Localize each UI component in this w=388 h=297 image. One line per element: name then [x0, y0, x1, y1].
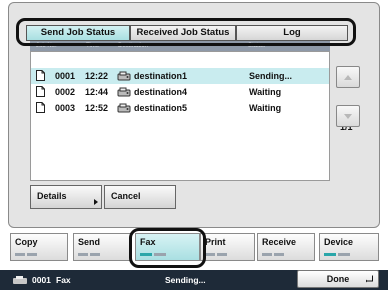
mode-indicator: [262, 253, 272, 256]
function-key-label: Fax: [140, 237, 156, 247]
function-key-label: Receive: [262, 237, 297, 247]
scroll-up-button[interactable]: [336, 66, 360, 88]
job-no: 0002: [55, 87, 76, 97]
job-list: 0001 12:22 destination1 Sending... 0002 …: [30, 51, 330, 181]
job-status: Sending...: [249, 71, 293, 81]
column-job-no: Job No.: [36, 43, 57, 49]
tab-log[interactable]: Log: [236, 25, 348, 41]
mode-indicator: [274, 253, 284, 256]
job-no: 0001: [55, 71, 76, 81]
document-icon: [36, 102, 45, 113]
tab-received-job-status[interactable]: Received Job Status: [130, 25, 236, 41]
mode-indicator: [15, 253, 25, 256]
job-destination: destination4: [134, 87, 188, 97]
job-row[interactable]: 0001 12:22 destination1 Sending...: [31, 68, 329, 84]
document-icon: [36, 86, 45, 97]
job-no: 0003: [55, 103, 76, 113]
job-time: 12:44: [85, 87, 109, 97]
job-row[interactable]: 0003 12:52 destination5 Waiting: [31, 100, 329, 116]
job-list-header: Job No. Time Destination Status: [30, 41, 330, 51]
job-time: 12:22: [85, 71, 109, 81]
fax-job-status-screen: Send Job Status Received Job Status Log …: [0, 0, 388, 297]
document-icon: [36, 70, 45, 81]
job-status: Waiting: [249, 87, 282, 97]
fax-status-icon: [13, 276, 27, 284]
job-status: Waiting: [249, 103, 282, 113]
mode-indicator: [154, 253, 166, 256]
details-button[interactable]: Details: [30, 185, 102, 209]
mode-indicator: [205, 253, 215, 256]
status-mode: Fax: [56, 275, 71, 285]
mode-indicator: [140, 253, 152, 256]
function-key-copy[interactable]: Copy: [10, 233, 68, 261]
function-key-bar: Copy Send Fax Print Receive Device: [0, 233, 388, 261]
submenu-arrow-icon: [94, 199, 98, 205]
tab-send-job-status[interactable]: Send Job Status: [26, 25, 130, 41]
mode-indicator: [27, 253, 37, 256]
column-time: Time: [86, 43, 100, 49]
function-key-device[interactable]: Device: [319, 233, 379, 261]
cancel-label: Cancel: [111, 191, 141, 201]
function-key-label: Print: [205, 237, 226, 247]
fax-destination-icon: [117, 103, 131, 113]
job-destination: destination1: [134, 71, 188, 81]
status-message: Sending...: [165, 275, 206, 285]
fax-destination-icon: [117, 71, 131, 81]
scroll-down-button[interactable]: [336, 105, 360, 127]
mode-indicator: [338, 253, 350, 256]
up-arrow-icon: [344, 75, 352, 80]
done-button[interactable]: Done: [297, 270, 379, 288]
done-label: Done: [326, 274, 350, 284]
cancel-button[interactable]: Cancel: [104, 185, 176, 209]
column-status: Status: [248, 43, 266, 49]
mode-indicator: [78, 253, 88, 256]
function-key-fax[interactable]: Fax: [135, 233, 200, 261]
down-arrow-icon: [344, 114, 352, 119]
function-key-label: Send: [78, 237, 101, 247]
function-key-label: Copy: [15, 237, 38, 247]
job-destination: destination5: [134, 103, 188, 113]
mode-indicator: [324, 253, 336, 256]
function-key-print[interactable]: Print: [200, 233, 255, 261]
function-key-send[interactable]: Send: [73, 233, 131, 261]
job-time: 12:52: [85, 103, 109, 113]
function-key-label: Device: [324, 237, 354, 247]
job-row[interactable]: 0002 12:44 destination4 Waiting: [31, 84, 329, 100]
details-label: Details: [37, 191, 67, 201]
status-job-number: 0001: [32, 275, 51, 285]
fax-destination-icon: [117, 87, 131, 97]
function-key-receive[interactable]: Receive: [257, 233, 315, 261]
column-destination: Destination: [118, 43, 149, 49]
mode-indicator: [90, 253, 100, 256]
mode-indicator: [217, 253, 227, 256]
return-arrow-icon: [366, 275, 373, 283]
